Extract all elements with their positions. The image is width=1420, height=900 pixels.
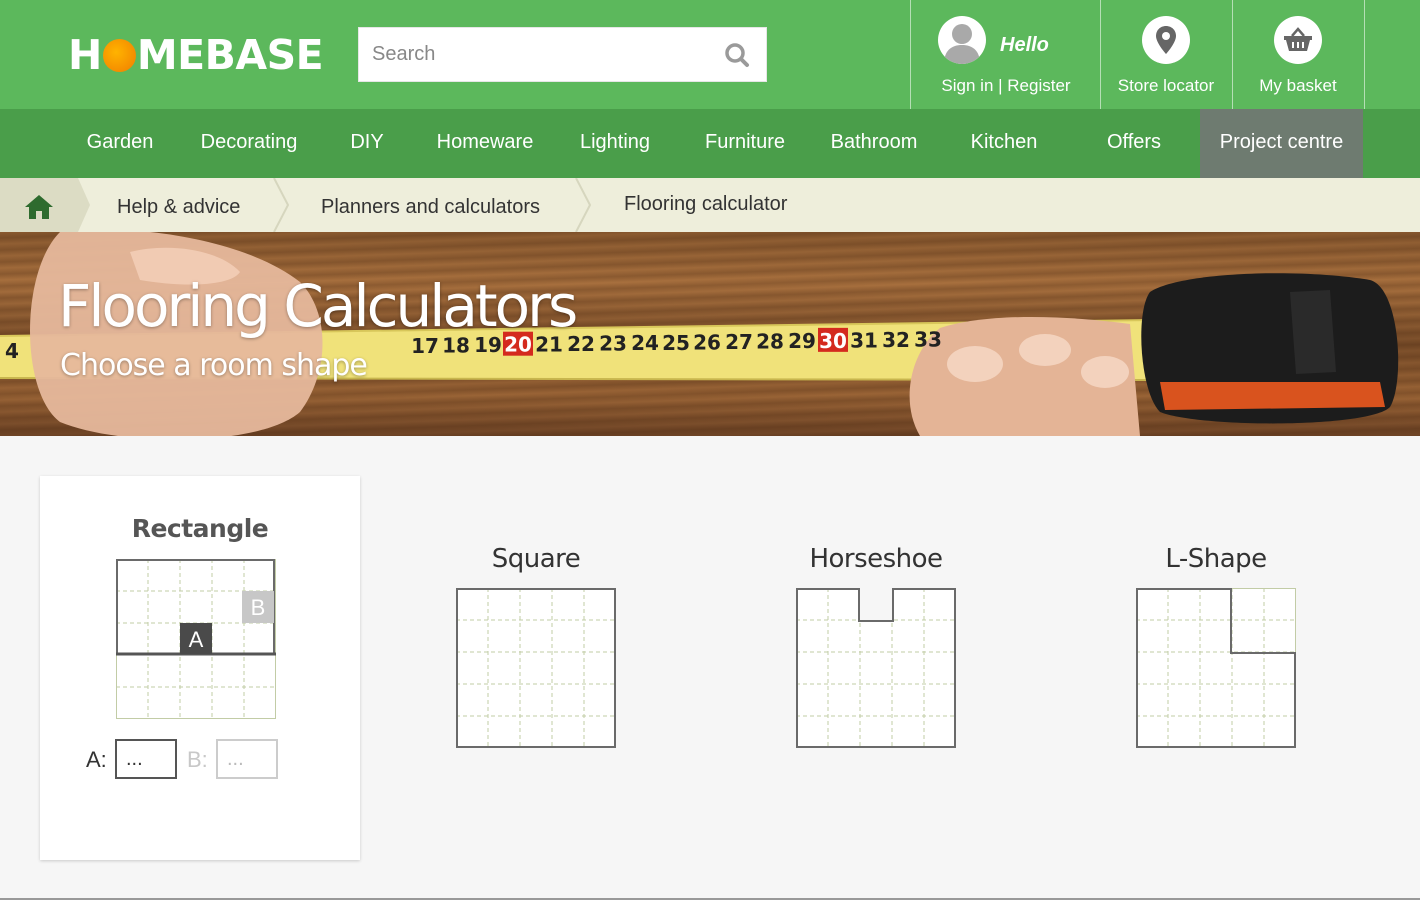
horseshoe-diagram bbox=[796, 588, 956, 748]
site-header: H MEBASE Hello Sign in | Register Store l… bbox=[0, 0, 1420, 109]
dimension-a-input[interactable] bbox=[115, 739, 177, 779]
location-pin-icon[interactable] bbox=[1142, 16, 1190, 64]
breadcrumb-separator-icon bbox=[273, 178, 290, 232]
rectangle-diagram: B A bbox=[116, 559, 276, 719]
logo-text-end: MEBASE bbox=[136, 31, 324, 79]
breadcrumb-separator-icon bbox=[78, 178, 90, 232]
my-basket-link[interactable]: My basket bbox=[1233, 76, 1363, 96]
dimension-a-label: A: bbox=[86, 747, 107, 772]
dimension-label-a: A bbox=[189, 627, 204, 652]
tape-number: 32 bbox=[882, 328, 910, 352]
shape-option-l-shape[interactable]: L-Shape bbox=[1096, 540, 1336, 750]
dimension-label-b: B bbox=[251, 595, 266, 620]
nav-item-diy[interactable]: DIY bbox=[332, 109, 402, 178]
basket-icon[interactable] bbox=[1274, 16, 1322, 64]
tape-number: 28 bbox=[756, 330, 784, 354]
tape-number: 24 bbox=[631, 331, 659, 355]
nav-item-furniture[interactable]: Furniture bbox=[690, 109, 800, 178]
nav-item-bathroom[interactable]: Bathroom bbox=[818, 109, 930, 178]
shape-title-l-shape: L-Shape bbox=[1165, 544, 1267, 574]
nav-item-garden[interactable]: Garden bbox=[70, 109, 170, 178]
nav-item-homeware[interactable]: Homeware bbox=[424, 109, 546, 178]
store-locator-link[interactable]: Store locator bbox=[1101, 76, 1231, 96]
hero-banner: 4 17 18 19 20 21 22 23 24 25 26 27 28 29 30 31 32 33 Floo… bbox=[0, 232, 1420, 436]
tape-number: 4 bbox=[5, 339, 19, 363]
breadcrumb-help-advice[interactable]: Help & advice bbox=[117, 196, 240, 219]
tape-number: 29 bbox=[788, 329, 816, 353]
dimension-b-input[interactable] bbox=[216, 739, 278, 779]
shape-title-square: Square bbox=[491, 544, 581, 574]
tape-number: 33 bbox=[914, 328, 942, 352]
breadcrumb-flooring-calculator: Flooring calculator bbox=[624, 193, 788, 215]
square-diagram bbox=[456, 588, 616, 748]
shape-title-horseshoe: Horseshoe bbox=[809, 544, 943, 574]
tape-number: 25 bbox=[662, 331, 690, 355]
tape-number: 23 bbox=[599, 332, 627, 356]
main-nav: Garden Decorating DIY Homeware Lighting … bbox=[0, 109, 1420, 178]
home-icon bbox=[25, 195, 53, 219]
nav-item-decorating[interactable]: Decorating bbox=[188, 109, 310, 178]
breadcrumb-separator-icon bbox=[575, 178, 592, 232]
page-title: Flooring Calculators bbox=[58, 272, 578, 340]
dimension-b-label: B: bbox=[187, 747, 208, 772]
sign-in-register-link[interactable]: Sign in | Register bbox=[926, 76, 1086, 96]
breadcrumb: Help & advice Planners and calculators F… bbox=[0, 178, 1420, 232]
shape-title-rectangle: Rectangle bbox=[131, 514, 269, 543]
user-avatar-icon[interactable] bbox=[938, 16, 986, 64]
search-input[interactable] bbox=[359, 28, 719, 81]
shape-option-square[interactable]: Square bbox=[416, 540, 656, 750]
nav-item-project-centre[interactable]: Project centre bbox=[1200, 109, 1363, 178]
nav-item-kitchen[interactable]: Kitchen bbox=[956, 109, 1052, 178]
search-icon[interactable] bbox=[724, 42, 750, 68]
nav-item-lighting[interactable]: Lighting bbox=[566, 109, 664, 178]
header-divider bbox=[1364, 0, 1365, 109]
tape-number: 30 bbox=[819, 329, 847, 353]
tape-number: 31 bbox=[850, 328, 878, 352]
nav-item-offers[interactable]: Offers bbox=[1090, 109, 1178, 178]
tape-number: 27 bbox=[725, 330, 753, 354]
l-shape-diagram bbox=[1136, 588, 1296, 748]
search-box bbox=[358, 27, 767, 82]
breadcrumb-planners-calculators[interactable]: Planners and calculators bbox=[321, 196, 540, 219]
hello-greeting: Hello bbox=[1000, 34, 1049, 56]
page-subtitle: Choose a room shape bbox=[60, 348, 368, 383]
homebase-logo[interactable]: H MEBASE bbox=[68, 30, 324, 80]
shape-card-rectangle[interactable]: Rectangle B A A: B: bbox=[40, 476, 360, 860]
sun-logo-icon bbox=[102, 38, 136, 72]
tape-number: 26 bbox=[693, 330, 721, 354]
logo-text-start: H bbox=[68, 31, 102, 79]
shape-option-horseshoe[interactable]: Horseshoe bbox=[756, 540, 996, 750]
header-divider bbox=[910, 0, 911, 109]
breadcrumb-home[interactable] bbox=[0, 178, 78, 232]
